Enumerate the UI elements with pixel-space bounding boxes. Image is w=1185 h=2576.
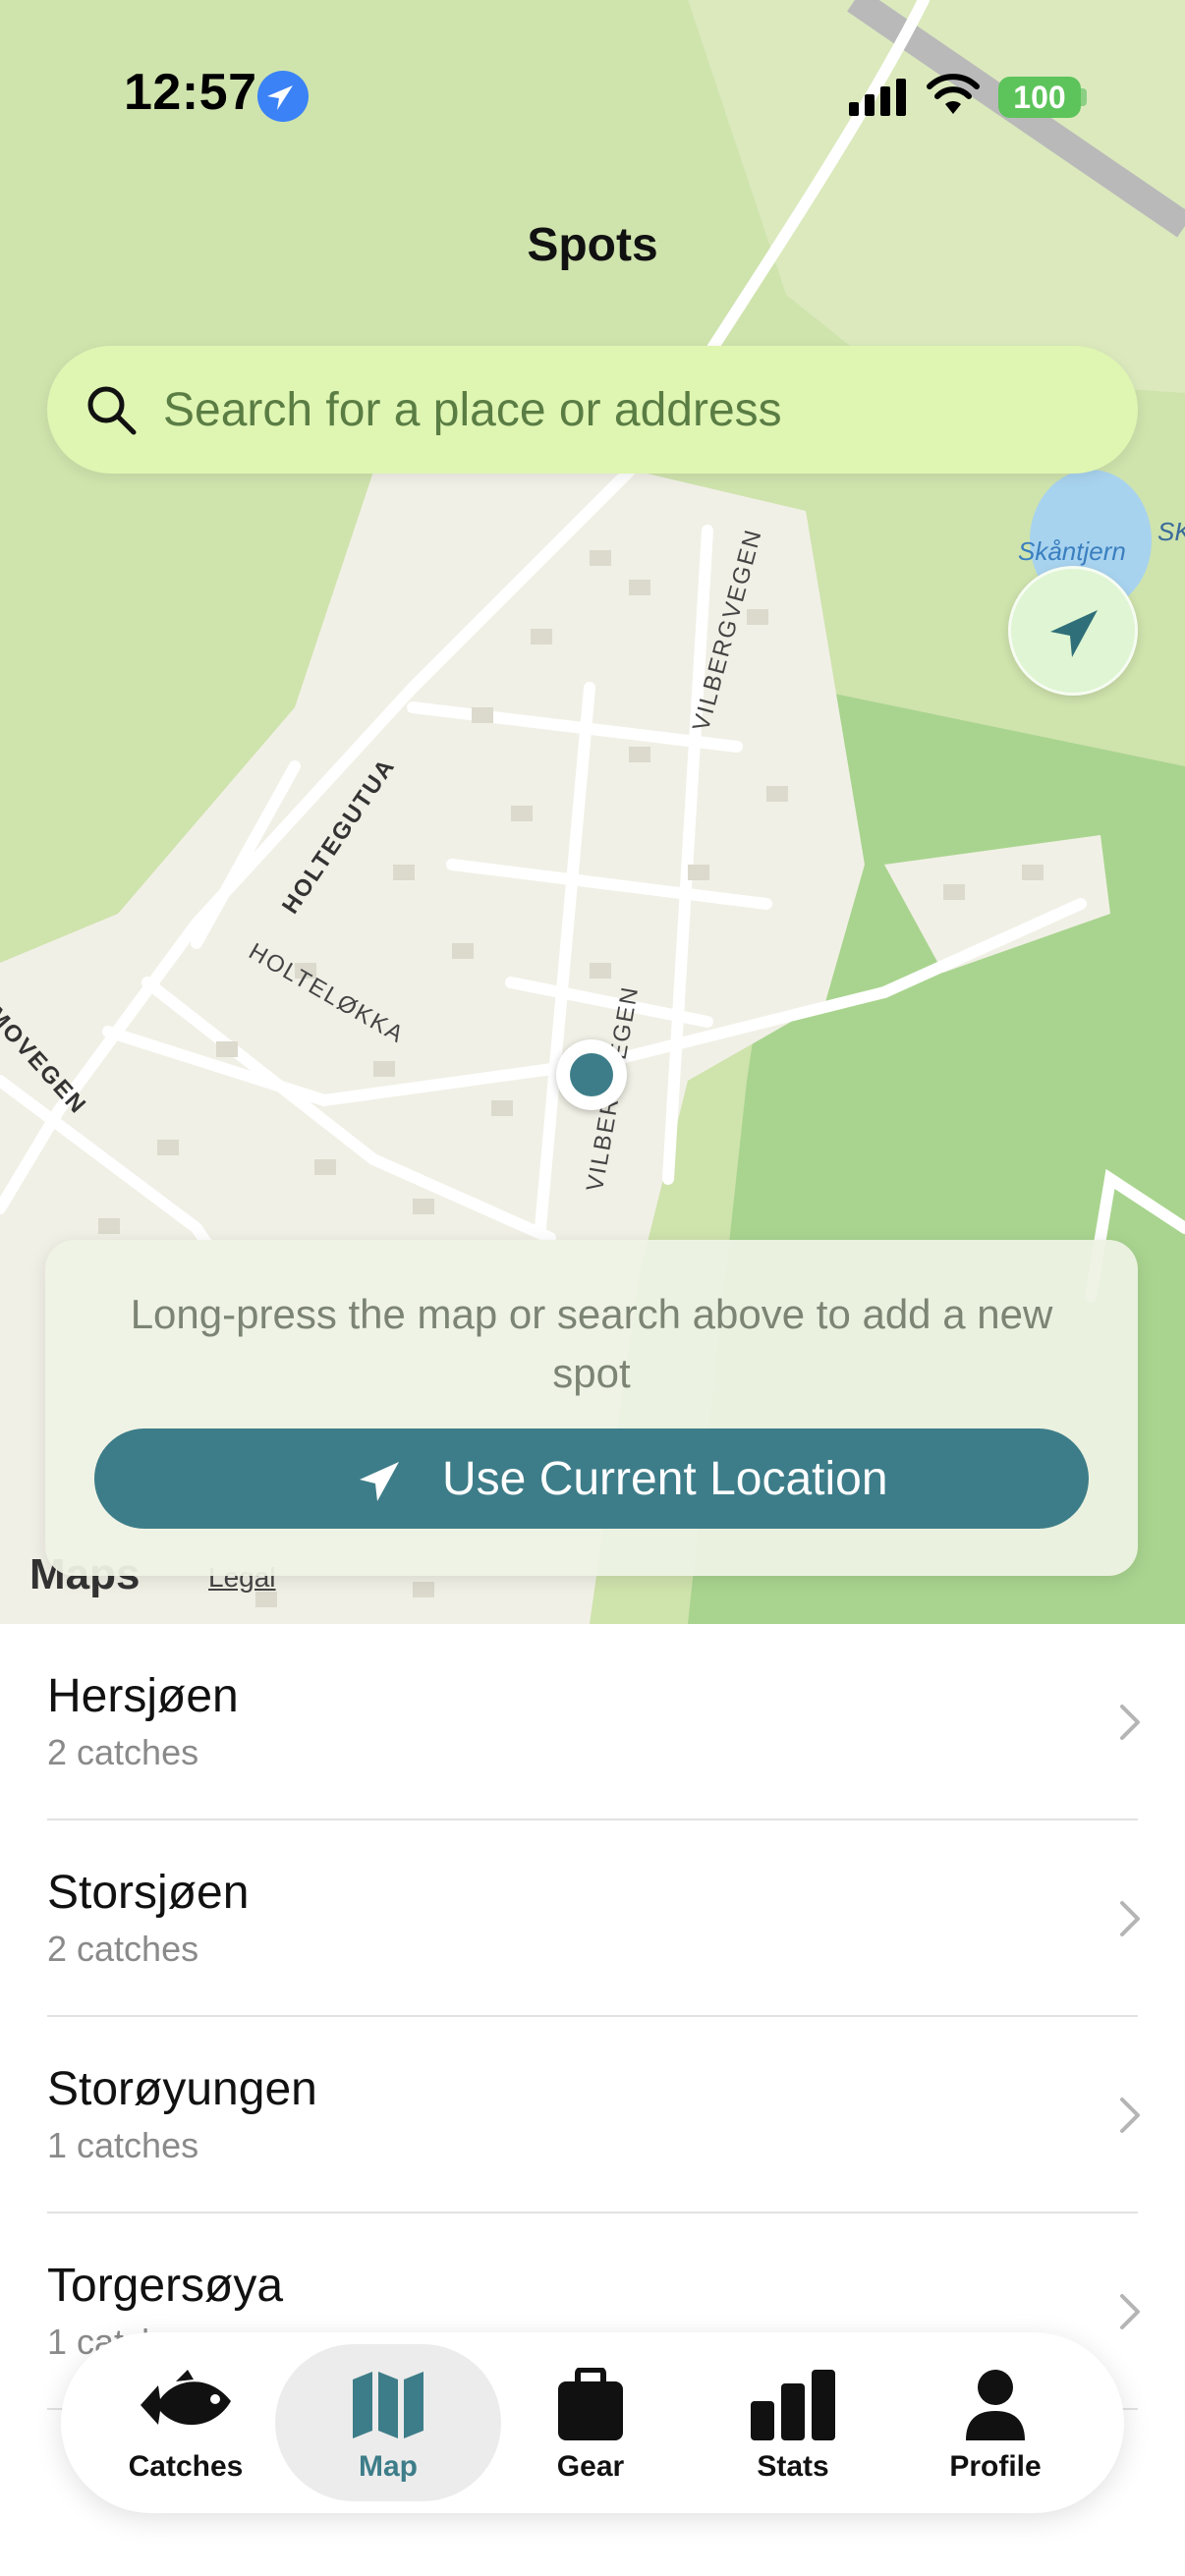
location-arrow-icon (257, 71, 309, 122)
spot-row[interactable]: Hersjøen 2 catches (0, 1624, 1185, 1820)
chevron-right-icon (1120, 2098, 1140, 2133)
search-bar[interactable]: Search for a place or address (47, 346, 1138, 474)
map-icon (353, 2372, 423, 2438)
spot-name: Torgersøya (47, 2260, 284, 2312)
tab-label: Stats (757, 2450, 829, 2483)
fish-icon (141, 2370, 231, 2426)
battery-cap (1081, 88, 1087, 106)
chevron-right-icon (1120, 2294, 1140, 2329)
bar-chart-icon (751, 2370, 835, 2440)
tab-label: Gear (556, 2450, 625, 2483)
location-arrow-icon (1050, 610, 1098, 657)
page-title: Spots (527, 219, 658, 271)
status-bar: 12:57 100 (0, 0, 1185, 187)
wifi-icon (927, 74, 980, 114)
add-spot-hint-card: Long-press the map or search above to ad… (45, 1240, 1138, 1576)
status-time: 12:57 (124, 64, 257, 121)
use-current-location-label: Use Current Location (442, 1453, 888, 1505)
person-icon (966, 2370, 1025, 2440)
battery-indicator: 100 (998, 77, 1081, 118)
chevron-right-icon (1120, 1705, 1140, 1740)
spot-row[interactable]: Storøyungen 1 catches (0, 2017, 1185, 2213)
search-icon (87, 386, 137, 435)
spot-catch-count: 2 catches (47, 1732, 199, 1772)
tab-label: Catches (128, 2450, 244, 2483)
lake-label-partial: SK (1157, 517, 1185, 546)
tab-map[interactable]: Map (287, 2332, 489, 2513)
search-input[interactable]: Search for a place or address (163, 383, 782, 437)
briefcase-icon (558, 2368, 623, 2440)
cellular-signal-icon (849, 79, 906, 116)
chevron-right-icon (1120, 1901, 1140, 1936)
tab-bar: Catches Map Gear Stats Profile (61, 2332, 1124, 2513)
lake-label: Skåntjern (1018, 536, 1126, 566)
spot-catch-count: 1 catches (47, 2125, 199, 2165)
spot-catch-count: 2 catches (47, 1929, 199, 1969)
location-pin[interactable] (556, 1039, 627, 1110)
hint-text: Long-press the map or search above to ad… (130, 1291, 1053, 1396)
spot-name: Storsjøen (47, 1867, 250, 1919)
tab-label: Profile (949, 2450, 1042, 2483)
use-current-location-button[interactable]: Use Current Location (94, 1428, 1089, 1529)
tab-stats[interactable]: Stats (692, 2332, 894, 2513)
location-arrow-icon (360, 1462, 399, 1501)
spot-name: Hersjøen (47, 1670, 239, 1722)
pin-dot (570, 1053, 613, 1096)
tab-catches[interactable]: Catches (85, 2332, 287, 2513)
map-view[interactable]: HOLTEGUTUA HOLTELØKKA VILBERGVEGEN VILBE… (0, 0, 1185, 1624)
tab-profile[interactable]: Profile (894, 2332, 1097, 2513)
tab-label: Map (359, 2450, 418, 2483)
locate-me-button[interactable] (1008, 566, 1138, 696)
spot-row[interactable]: Storsjøen 2 catches (0, 1820, 1185, 2017)
spot-list: Hersjøen 2 catches Storsjøen 2 catches S… (0, 1624, 1185, 2410)
tab-gear[interactable]: Gear (489, 2332, 692, 2513)
spot-name: Storøyungen (47, 2063, 317, 2115)
